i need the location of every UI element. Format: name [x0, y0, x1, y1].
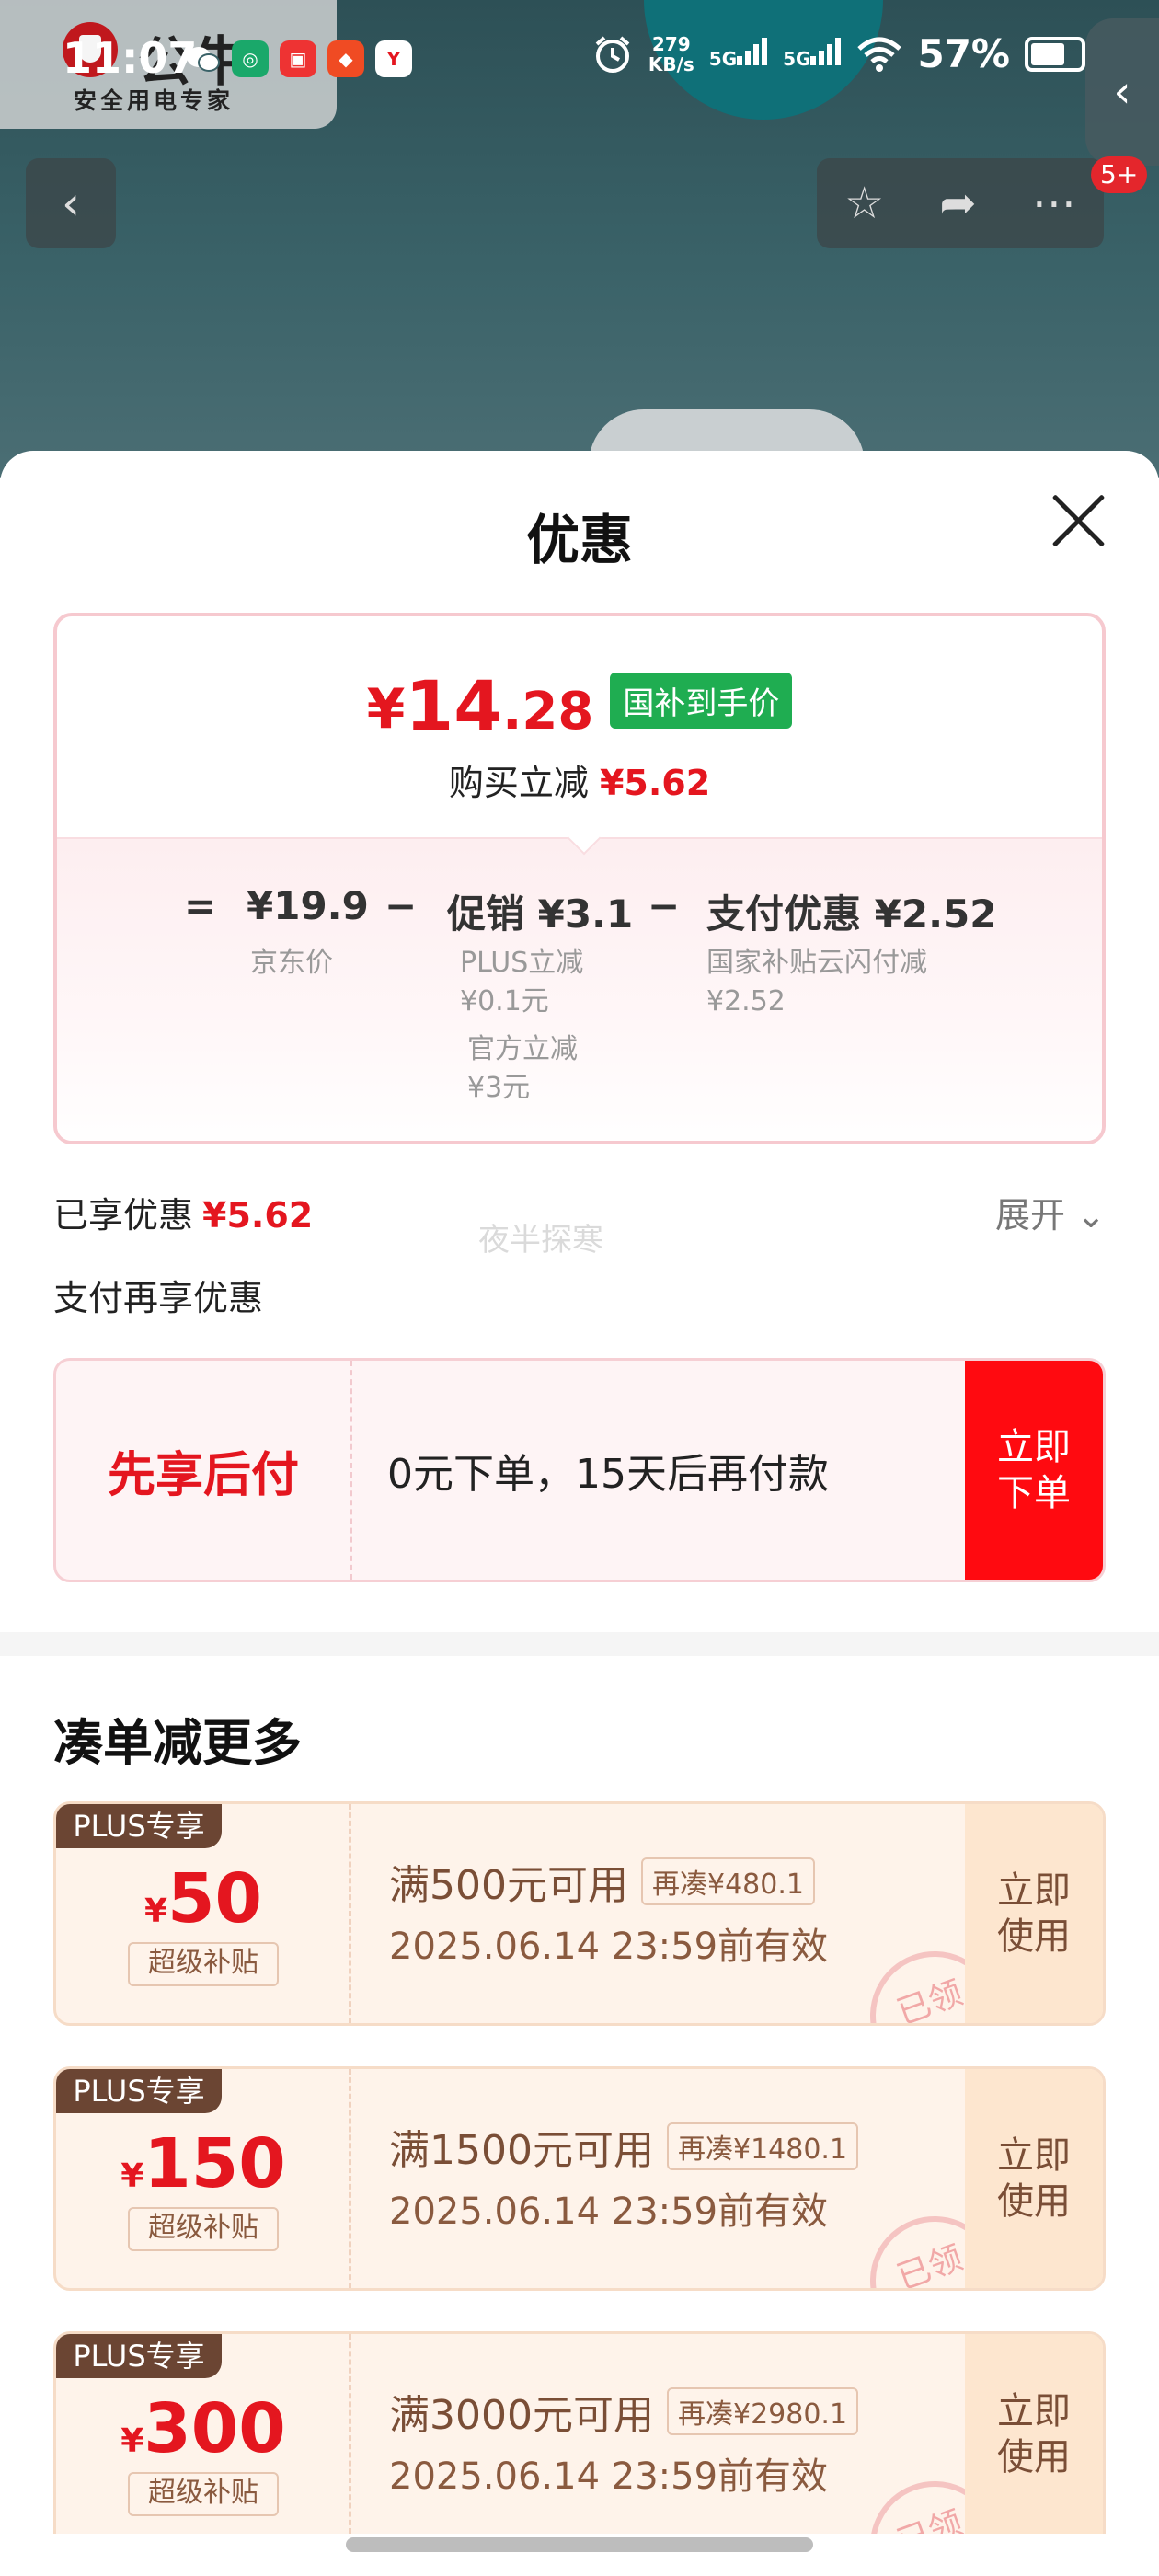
plus-exclusive-tag: PLUS专享	[56, 2069, 222, 2113]
top-actions: ☆ ➦ ⋯	[817, 158, 1104, 248]
formula-equals: =	[184, 883, 217, 928]
wechat-icon	[184, 40, 221, 77]
super-subsidy-label: 超级补贴	[128, 2472, 279, 2516]
battery-percent: 57%	[917, 31, 1010, 76]
discount-sheet: 优惠 ¥ 14 .28 国补到手价 购买立减 ¥5.62 = ¥19.9 − 促…	[0, 451, 1159, 2576]
plus-discount-label: PLUS立减 ¥0.1元	[460, 947, 584, 1018]
plus-exclusive-tag: PLUS专享	[56, 2334, 222, 2378]
add-more-chip: 再凑¥1480.1	[666, 2122, 859, 2170]
promo-amount: 促销 ¥3.1	[447, 891, 634, 937]
enjoyed-label: 已享优惠	[53, 1195, 194, 1236]
battery-icon	[1025, 36, 1085, 72]
alarm-icon	[595, 35, 630, 73]
instant-discount: 购买立减 ¥5.62	[57, 754, 1102, 805]
coupon-expiry: 2025.06.14 23:59前有效	[389, 2455, 829, 2498]
coupon-amount: ¥150	[120, 2124, 286, 2203]
signal-bars-icon	[810, 38, 842, 65]
coupon-amount: ¥50	[143, 1859, 263, 1938]
order-now-button[interactable]: 立即下单	[965, 1361, 1103, 1580]
watermark: 夜半探寒	[478, 1222, 603, 1259]
signal-bars-icon	[737, 38, 768, 65]
instant-discount-label: 购买立减	[448, 763, 589, 803]
section-divider	[0, 1632, 1159, 1656]
status-time: 11:07	[63, 33, 198, 83]
official-discount-label: 官方立减 ¥3元	[467, 1033, 578, 1104]
app-red-icon: ▣	[280, 40, 316, 77]
section-title: 凑单减更多	[53, 1714, 302, 1772]
price-decimal: .28	[502, 682, 594, 742]
more-icon[interactable]: ⋯	[1032, 178, 1076, 229]
pay-discount-amount: 支付优惠 ¥2.52	[706, 891, 997, 937]
jd-price-label: 京东价	[250, 947, 333, 979]
final-price: ¥ 14 .28 国补到手价	[57, 672, 1102, 742]
enjoyed-discount: 已享优惠 ¥5.62	[53, 1187, 313, 1237]
coupon-separator	[349, 2069, 351, 2288]
use-now-button[interactable]: 立即使用	[965, 1804, 1103, 2023]
add-more-chip: 再凑¥2980.1	[666, 2387, 859, 2435]
use-now-button[interactable]: 立即使用	[965, 2334, 1103, 2534]
app-green-icon: ◎	[232, 40, 269, 77]
status-bar: 11:07 ◎ ▣ ◆ Y 279 KB/s 5G 5G 57%	[0, 0, 1159, 124]
chevron-down-icon: ⌄	[1076, 1195, 1106, 1236]
status-right: 279 KB/s 5G 5G 57%	[591, 31, 1085, 76]
coupon-card: PLUS专享 ¥150 超级补贴 满1500元可用 再凑¥1480.1 2025.…	[53, 2066, 1106, 2291]
coupon-card: PLUS专享 ¥300 超级补贴 满3000元可用 再凑¥2980.1 2025.…	[53, 2331, 1106, 2534]
formula-minus: −	[384, 883, 418, 928]
price-integer: 14	[405, 665, 503, 747]
price-currency: ¥	[366, 677, 406, 742]
signal-1: 5G	[709, 38, 768, 70]
back-button[interactable]: ‹	[26, 158, 116, 248]
network-speed: 279 KB/s	[648, 32, 694, 75]
formula-minus: −	[648, 883, 681, 928]
bnpl-title: 先享后付	[56, 1361, 352, 1580]
coupon-separator	[349, 2334, 351, 2534]
coupon-amount: ¥300	[120, 2389, 286, 2468]
plus-exclusive-tag: PLUS专享	[56, 1804, 222, 1848]
coupon-condition: 满3000元可用 再凑¥2980.1	[389, 2382, 859, 2441]
side-panel-handle[interactable]: ‹	[1085, 18, 1159, 166]
home-indicator[interactable]	[346, 2537, 813, 2552]
use-now-button[interactable]: 立即使用	[965, 2069, 1103, 2288]
notification-badge: 5+	[1091, 156, 1148, 193]
close-icon[interactable]	[1049, 491, 1107, 550]
sheet-title: 优惠	[525, 509, 633, 571]
super-subsidy-label: 超级补贴	[128, 1942, 279, 1986]
jd-price: ¥19.9	[247, 883, 369, 928]
coupon-separator	[349, 1804, 351, 2023]
app-y-icon: Y	[375, 40, 412, 77]
unionpay-subsidy-label: 国家补贴云闪付减 ¥2.52	[706, 947, 927, 1018]
coupon-expiry: 2025.06.14 23:59前有效	[389, 2191, 829, 2233]
super-subsidy-label: 超级补贴	[128, 2207, 279, 2251]
coupon-condition: 满500元可用 再凑¥480.1	[389, 1852, 815, 1911]
instant-discount-value: ¥5.62	[599, 763, 711, 803]
signal-2: 5G	[783, 38, 842, 70]
bnpl-description: 0元下单，15天后再付款	[387, 1451, 829, 1498]
price-card: ¥ 14 .28 国补到手价 购买立减 ¥5.62 = ¥19.9 − 促销 ¥…	[53, 613, 1106, 1144]
expand-toggle[interactable]: 展开 ⌄	[995, 1187, 1106, 1237]
coupon-expiry: 2025.06.14 23:59前有效	[389, 1926, 829, 1968]
coupon-card: PLUS专享 ¥50 超级补贴 满500元可用 再凑¥480.1 2025.06.…	[53, 1801, 1106, 2026]
share-icon[interactable]: ➦	[939, 178, 976, 229]
subsidy-price-tag: 国补到手价	[610, 673, 793, 729]
pay-more-label: 支付再享优惠	[53, 1278, 264, 1318]
favorite-star-icon[interactable]: ☆	[844, 178, 884, 229]
notification-icons: ◎ ▣ ◆ Y	[184, 40, 412, 77]
bnpl-card: 先享后付 0元下单，15天后再付款 立即下单	[53, 1358, 1106, 1582]
app-orange-icon: ◆	[327, 40, 364, 77]
coupon-condition: 满1500元可用 再凑¥1480.1	[389, 2117, 859, 2176]
add-more-chip: 再凑¥480.1	[640, 1857, 815, 1905]
expand-label: 展开	[995, 1195, 1066, 1236]
enjoyed-value: ¥5.62	[202, 1195, 314, 1236]
wifi-icon	[857, 37, 902, 72]
